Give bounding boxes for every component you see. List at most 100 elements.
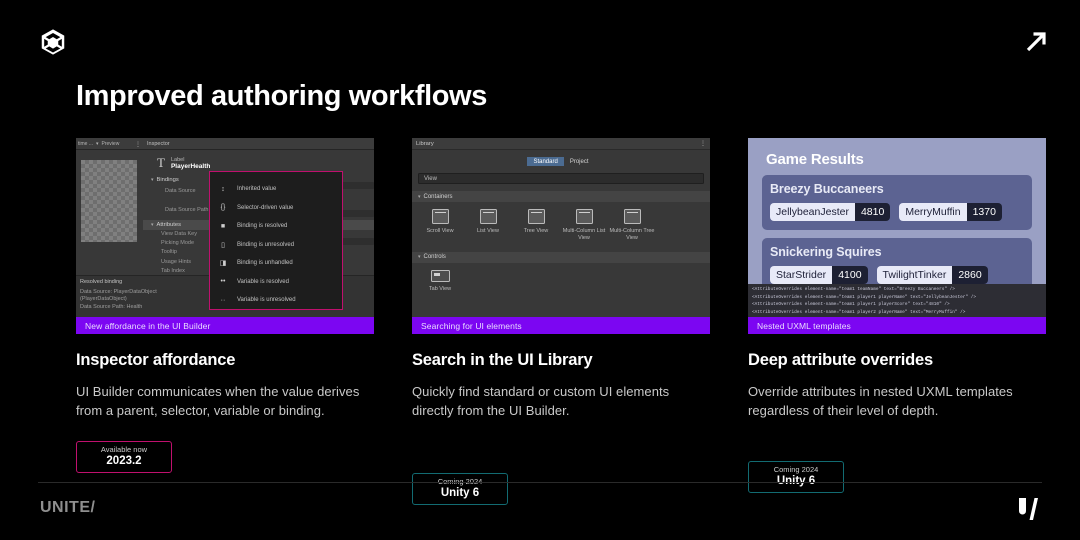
library-item-label: Tab View bbox=[428, 285, 452, 292]
badge-top-label: Coming 2024 bbox=[773, 464, 819, 474]
library-item-tab-view[interactable]: Tab View bbox=[416, 269, 464, 293]
variable-unresolved-icon: ·· bbox=[220, 296, 226, 304]
section-controls[interactable]: ▾ Controls bbox=[412, 251, 710, 263]
variable-resolved-icon: •• bbox=[220, 278, 226, 286]
card-heading: Deep attribute overrides bbox=[748, 351, 934, 369]
library-item-scroll-view[interactable]: Scroll View bbox=[416, 209, 464, 243]
legend-item: •• Variable is resolved bbox=[210, 273, 342, 292]
screenshot-ui-builder-inspector: time ... ▾ Preview ⋮ Inspector T Label P… bbox=[76, 138, 374, 334]
binding-resolved-icon: ■ bbox=[220, 222, 226, 230]
kebab-menu-icon[interactable]: ⋮ bbox=[135, 141, 141, 148]
team-name: Breezy Buccaneers bbox=[770, 182, 884, 196]
legend-item-label: Selector-driven value bbox=[237, 204, 294, 211]
player-name: MerryMuffin bbox=[899, 203, 967, 221]
team-players: StarStrider 4100 TwilightTinker 2860 bbox=[770, 266, 1024, 284]
toolbar-preview-label[interactable]: Preview bbox=[102, 141, 120, 147]
legend-item: ↕ Inherited value bbox=[210, 180, 342, 199]
screenshot-game-results: Game Results Breezy Buccaneers Jellybean… bbox=[748, 138, 1046, 334]
footer-divider bbox=[38, 482, 1042, 483]
card-body: Quickly find standard or custom UI eleme… bbox=[412, 384, 670, 418]
library-item-list-view[interactable]: List View bbox=[464, 209, 512, 243]
section-containers[interactable]: ▾ Containers bbox=[412, 191, 710, 202]
top-bar bbox=[0, 0, 1080, 86]
cards-row: time ... ▾ Preview ⋮ Inspector T Label P… bbox=[76, 138, 1046, 506]
card-caption: Searching for UI elements bbox=[412, 317, 710, 334]
viewport-toolbar: time ... ▾ Preview ⋮ bbox=[76, 138, 143, 150]
tab-standard[interactable]: Standard bbox=[527, 157, 564, 166]
legend-item: ·· Variable is unresolved bbox=[210, 291, 342, 310]
player-entry: TwilightTinker 2860 bbox=[876, 266, 988, 284]
card-search-ui-library: Library ⋮ Standard Project View ▾ Contai… bbox=[412, 138, 710, 506]
player-name: StarStrider bbox=[770, 266, 833, 284]
code-line: <AttributeOverrides element-name="team1 … bbox=[752, 294, 976, 300]
canvas-checkerboard bbox=[81, 160, 137, 242]
uxml-code-overlay: <AttributeOverrides element-name="team1 … bbox=[748, 284, 1046, 317]
game-results-title: Game Results bbox=[766, 151, 864, 168]
library-item-tree-view[interactable]: Tree View bbox=[512, 209, 560, 243]
section-controls-label: Controls bbox=[423, 254, 446, 261]
multi-column-tree-view-icon bbox=[623, 209, 641, 224]
library-item-label: List View bbox=[477, 228, 499, 234]
player-score: 1370 bbox=[966, 203, 1002, 221]
unity-cube-icon bbox=[38, 27, 68, 57]
arrow-up-right-icon[interactable] bbox=[1018, 24, 1054, 60]
tree-view-icon bbox=[527, 209, 545, 224]
code-line: <AttributeOverrides element-name="team1 … bbox=[752, 287, 955, 292]
multi-column-list-view-icon bbox=[575, 209, 593, 224]
player-name: TwilightTinker bbox=[876, 266, 953, 284]
unite-wordmark: UNITE/ bbox=[40, 499, 96, 516]
library-item-multi-column-list-view[interactable]: Multi-Column List View bbox=[560, 209, 608, 243]
player-score: 4810 bbox=[854, 203, 891, 221]
inspector-title: Inspector bbox=[143, 138, 374, 150]
slide-root: Improved authoring workflows time ... ▾ … bbox=[0, 0, 1080, 540]
list-view-icon bbox=[479, 209, 497, 224]
card-body: UI Builder communicates when the value d… bbox=[76, 384, 360, 418]
code-line: <AttributeOverrides element-name="team1 … bbox=[752, 310, 966, 316]
section-bindings-label: Bindings bbox=[156, 177, 179, 183]
legend-item: ▯ Binding is unresolved bbox=[210, 236, 342, 255]
legend-item-label: Binding is resolved bbox=[237, 223, 288, 230]
containers-grid: Scroll View List View Tree View Multi-Co… bbox=[412, 202, 710, 243]
legend-item: ◨ Binding is unhandled bbox=[210, 254, 342, 273]
legend-item: {} Selector-driven value bbox=[210, 199, 342, 218]
element-name-label: PlayerHealth bbox=[170, 162, 211, 170]
section-containers-label: Containers bbox=[423, 193, 453, 200]
toolbar-dropdown-label[interactable]: time ... bbox=[78, 141, 93, 147]
section-attributes-label: Attributes bbox=[156, 221, 182, 228]
unity-u-slash-icon bbox=[1012, 495, 1044, 523]
chevron-down-icon: ▾ bbox=[151, 177, 154, 183]
library-item-label: Multi-Column Tree View bbox=[609, 228, 655, 242]
player-score: 4100 bbox=[832, 266, 868, 284]
tab-project[interactable]: Project bbox=[564, 157, 595, 166]
scroll-view-icon bbox=[431, 209, 449, 224]
player-score: 2860 bbox=[952, 266, 988, 284]
legend-item-label: Binding is unhandled bbox=[237, 260, 293, 267]
library-tabs: Standard Project bbox=[412, 157, 710, 166]
availability-badge: Available now 2023.2 bbox=[76, 440, 172, 474]
kebab-menu-icon[interactable]: ⋮ bbox=[700, 140, 706, 147]
library-item-label: Tree View bbox=[523, 228, 549, 234]
page-title: Improved authoring workflows bbox=[76, 80, 487, 112]
library-panel-title: Library bbox=[416, 140, 434, 147]
library-search-input[interactable]: View bbox=[418, 173, 704, 184]
selector-driven-icon: {} bbox=[220, 204, 226, 212]
binding-unhandled-icon: ◨ bbox=[219, 260, 227, 268]
legend-item-label: Variable is resolved bbox=[237, 278, 289, 285]
card-caption: New affordance in the UI Builder bbox=[76, 317, 374, 334]
player-entry: StarStrider 4100 bbox=[770, 266, 868, 284]
chevron-down-icon[interactable]: ▾ bbox=[96, 141, 99, 147]
footer: UNITE/ bbox=[0, 482, 1080, 540]
library-item-multi-column-tree-view[interactable]: Multi-Column Tree View bbox=[608, 209, 656, 243]
chevron-down-icon: ▾ bbox=[151, 221, 154, 228]
code-line: <AttributeOverrides element-name="team1 … bbox=[752, 302, 950, 308]
card-heading: Search in the UI Library bbox=[412, 351, 593, 369]
player-entry: MerryMuffin 1370 bbox=[899, 203, 1002, 221]
game-results-panel: Game Results Breezy Buccaneers Jellybean… bbox=[754, 144, 1040, 293]
card-caption: Nested UXML templates bbox=[748, 317, 1046, 334]
team-name: Snickering Squires bbox=[770, 245, 882, 259]
card-body: Override attributes in nested UXML templ… bbox=[748, 384, 1013, 418]
legend-item-label: Variable is unresolved bbox=[237, 297, 296, 304]
controls-grid: Tab View bbox=[412, 263, 710, 293]
library-window: Library ⋮ Standard Project View ▾ Contai… bbox=[412, 138, 710, 334]
tab-view-icon bbox=[430, 269, 450, 282]
